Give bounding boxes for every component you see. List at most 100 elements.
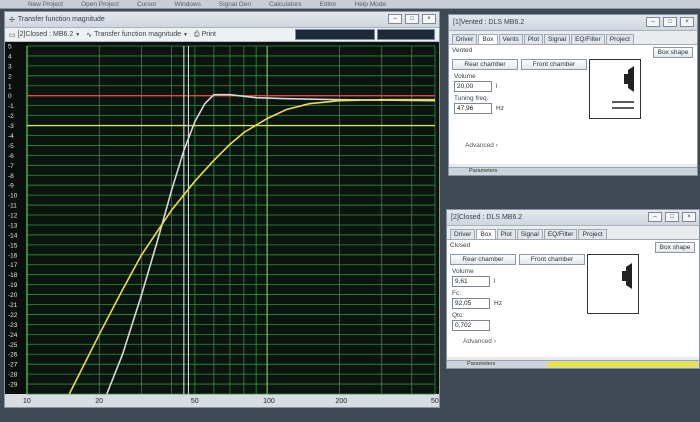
advanced-link[interactable]: Advanced › — [463, 338, 496, 345]
progress-indicator — [547, 362, 697, 367]
tab-signal[interactable]: Signal — [544, 34, 571, 44]
speaker-icon — [622, 263, 632, 289]
tab-plot[interactable]: Plot — [496, 229, 516, 239]
volume-input[interactable]: 20,00 — [454, 81, 492, 92]
y-tick-label: -22 — [8, 312, 18, 319]
y-tick-label: -5 — [8, 143, 14, 150]
y-tick-label: -25 — [8, 342, 18, 349]
y-tick-label: -15 — [8, 242, 18, 249]
box-shape-button[interactable]: Box shape — [655, 242, 695, 253]
menu-item[interactable]: New Project — [28, 1, 63, 8]
maximize-icon[interactable]: □ — [665, 212, 679, 222]
tab-eqfilter[interactable]: EQ/Filter — [571, 34, 605, 44]
view-select[interactable]: ∿ Transfer function magnitude ▼ — [86, 31, 188, 39]
tab-driver[interactable]: Driver — [452, 34, 478, 44]
transfer-function-plot[interactable]: 5 4 3 2 1 0 -1 -2 -3 -4 -5 -6 -7 -8 -9 -10 -11 -12 -13 -14-… — [5, 42, 439, 407]
y-tick-label: 1 — [8, 83, 12, 90]
fc-input[interactable]: 92,05 — [452, 298, 490, 309]
y-tick-label: -6 — [8, 153, 14, 160]
graph-window-title: Transfer function magnitude — [17, 16, 105, 23]
y-tick-label: -11 — [8, 203, 17, 210]
minimize-icon[interactable]: – — [646, 17, 660, 27]
menu-item[interactable]: Windows — [175, 1, 201, 8]
tab-project[interactable]: Project — [578, 229, 607, 239]
view-select-value: Transfer function magnitude — [94, 31, 181, 38]
y-tick-label: -1 — [8, 103, 14, 110]
box-type-label: Vented — [452, 47, 473, 54]
tab-plot[interactable]: Plot — [523, 34, 544, 44]
curve-icon: ∿ — [86, 31, 93, 39]
volume-input[interactable]: 9,61 — [452, 276, 490, 287]
x-tick-label: 10 — [23, 398, 31, 405]
front-chamber-button[interactable]: Front chamber — [519, 254, 585, 265]
volume-label: Volume — [454, 73, 476, 80]
tuning-input[interactable]: 47,96 — [454, 103, 492, 114]
vented-window-titlebar[interactable]: [1]Vented : DLS MB6.2 – □ × — [449, 15, 697, 31]
y-tick-label: -28 — [8, 372, 18, 379]
rear-chamber-button[interactable]: Rear chamber — [452, 59, 518, 70]
vented-box-diagram — [589, 59, 641, 119]
tab-box[interactable]: Box — [478, 34, 498, 44]
y-tick-label: -27 — [8, 362, 18, 369]
print-button[interactable]: ⎙ Print — [194, 31, 216, 39]
tab-project[interactable]: Project — [605, 34, 634, 44]
chevron-down-icon: ▼ — [183, 31, 188, 38]
volume-unit: l — [496, 83, 498, 90]
y-tick-label: -12 — [8, 213, 18, 220]
y-tick-label: 2 — [8, 73, 12, 80]
menu-item[interactable]: Open Project — [81, 1, 119, 8]
box-shape-button[interactable]: Box shape — [653, 47, 693, 58]
close-icon[interactable]: × — [682, 212, 696, 222]
y-tick-label: -4 — [8, 133, 14, 140]
closed-window-title: [2]Closed : DLS MB6.2 — [451, 214, 523, 221]
menu-item[interactable]: Editor — [320, 1, 337, 8]
tuning-unit: Hz — [496, 105, 504, 112]
maximize-icon[interactable]: □ — [405, 14, 419, 24]
tab-box[interactable]: Box — [476, 229, 496, 239]
tab-vents[interactable]: Vents — [498, 34, 523, 44]
status-label: Parameters — [469, 168, 498, 174]
readout-box-2 — [377, 29, 435, 40]
vented-tabs: Driver Box Vents Plot Signal EQ/Filter Project — [449, 31, 697, 44]
menu-item[interactable]: Cursor — [137, 1, 157, 8]
tab-driver[interactable]: Driver — [450, 229, 476, 239]
menu-item[interactable]: Help Mode — [355, 1, 386, 8]
chevron-down-icon: ▼ — [75, 31, 81, 38]
graph-window: ✢ Transfer function magnitude – □ × ▭ [2… — [4, 11, 440, 408]
y-tick-label: -9 — [8, 183, 14, 190]
maximize-icon[interactable]: □ — [663, 17, 677, 27]
close-icon[interactable]: × — [680, 17, 694, 27]
close-icon[interactable]: × — [422, 14, 436, 24]
y-tick-label: -29 — [8, 382, 18, 389]
menu-item[interactable]: Signal Gen — [219, 1, 251, 8]
y-tick-label: 4 — [8, 53, 12, 60]
qtc-input[interactable]: 0,702 — [452, 320, 490, 331]
driver-select[interactable]: ▭ [2]Closed : MB6.2 ▼ — [9, 31, 80, 39]
menu-item[interactable]: Calculators — [269, 1, 302, 8]
y-tick-label: -17 — [8, 262, 18, 269]
driver-icon: ▭ — [9, 31, 16, 39]
closed-window-titlebar[interactable]: [2]Closed : DLS MB6.2 – □ × — [447, 210, 699, 226]
y-tick-label: -18 — [8, 272, 18, 279]
top-menu-bar: New Project Open Project Cursor Windows Sign… — [0, 0, 700, 9]
tab-eqfilter[interactable]: EQ/Filter — [543, 229, 578, 239]
y-tick-label: -21 — [8, 302, 18, 309]
graph-window-titlebar[interactable]: ✢ Transfer function magnitude – □ × — [5, 12, 439, 28]
rear-chamber-button[interactable]: Rear chamber — [450, 254, 516, 265]
x-tick-label: 50 — [191, 398, 199, 405]
closed-tabs: Driver Box Plot Signal EQ/Filter Project — [447, 226, 699, 239]
graph-icon: ✢ — [9, 16, 15, 24]
readout-box-1 — [295, 29, 375, 40]
box-type-label: Closed — [450, 242, 471, 249]
y-tick-label: -20 — [8, 292, 18, 299]
minimize-icon[interactable]: – — [388, 14, 402, 24]
fc-unit: Hz — [494, 300, 502, 307]
advanced-label: Advanced — [463, 338, 492, 345]
y-tick-label: -19 — [8, 282, 18, 289]
y-tick-label: -24 — [8, 332, 18, 339]
y-tick-label: -16 — [8, 252, 18, 259]
advanced-link[interactable]: Advanced › — [465, 142, 498, 149]
tab-signal[interactable]: Signal — [516, 229, 543, 239]
minimize-icon[interactable]: – — [648, 212, 662, 222]
front-chamber-button[interactable]: Front chamber — [521, 59, 587, 70]
